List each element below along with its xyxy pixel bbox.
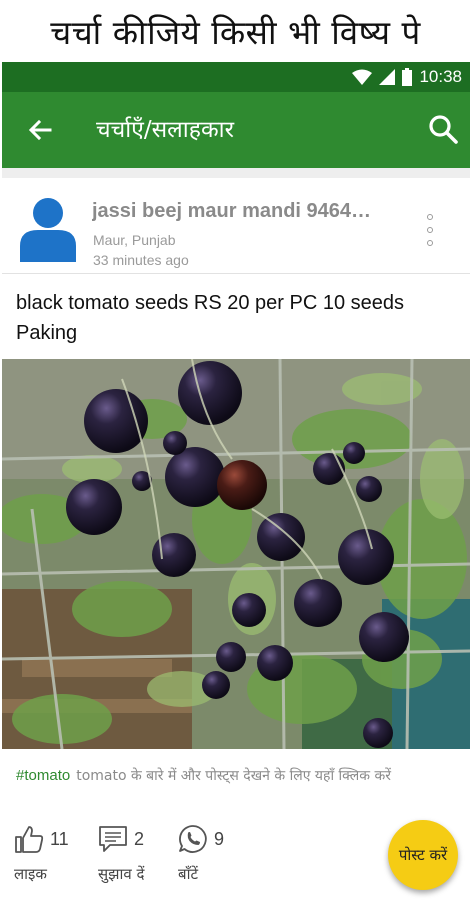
promo-banner: चर्चा कीजिये किसी भी विष्य पे bbox=[0, 0, 471, 62]
author-location: Maur, Punjab bbox=[93, 232, 176, 248]
signal-icon bbox=[379, 69, 396, 85]
share-count: 9 bbox=[214, 828, 225, 849]
hashtag-hint[interactable]: tomato के बारे में और पोस्ट्स देखने के ल… bbox=[76, 768, 391, 784]
thumbs-up-icon bbox=[15, 826, 44, 853]
status-bar: 10:38 bbox=[2, 62, 470, 92]
create-post-label: पोस्ट करें bbox=[398, 845, 448, 864]
hashtag-link[interactable]: #tomato bbox=[16, 767, 70, 784]
share-label: बाँटें bbox=[178, 865, 199, 883]
suggest-count: 2 bbox=[134, 828, 145, 849]
post-text: black tomato seeds RS 20 per PC 10 seeds… bbox=[16, 292, 404, 344]
post-header[interactable]: jassi beej maur mandi 9464… Maur, Punjab… bbox=[2, 178, 470, 274]
like-button[interactable]: 11 लाइक bbox=[14, 824, 69, 884]
app-bar: चर्चाएँ/सलाहकार bbox=[2, 92, 470, 168]
whatsapp-icon bbox=[179, 825, 207, 853]
promo-banner-text: चर्चा कीजिये किसी भी विष्य पे bbox=[50, 12, 421, 52]
search-icon[interactable] bbox=[426, 112, 460, 146]
author-name[interactable]: jassi beej maur mandi 9464… bbox=[92, 200, 412, 223]
more-options-icon[interactable] bbox=[422, 214, 438, 246]
like-count: 11 bbox=[50, 828, 69, 849]
page-title: चर्चाएँ/सलाहकार bbox=[96, 117, 234, 143]
avatar-icon[interactable] bbox=[20, 196, 76, 262]
hashtag-row[interactable]: #tomato tomato के बारे में और पोस्ट्स देख… bbox=[16, 765, 456, 787]
status-time: 10:38 bbox=[419, 67, 462, 86]
suggest-button[interactable]: 2 सुझाव दें bbox=[98, 824, 144, 884]
post-image[interactable] bbox=[2, 359, 470, 749]
wifi-icon bbox=[352, 69, 373, 85]
create-post-button[interactable]: पोस्ट करें bbox=[388, 820, 458, 890]
like-label: लाइक bbox=[14, 865, 47, 883]
share-button[interactable]: 9 बाँटें bbox=[178, 824, 224, 884]
battery-icon bbox=[402, 68, 413, 86]
back-arrow-icon[interactable] bbox=[24, 114, 56, 146]
comment-icon bbox=[99, 826, 127, 852]
suggest-label: सुझाव दें bbox=[98, 865, 145, 883]
post-card[interactable]: jassi beej maur mandi 9464… Maur, Punjab… bbox=[2, 168, 470, 900]
card-separator bbox=[2, 168, 470, 178]
post-timestamp: 33 minutes ago bbox=[93, 252, 189, 268]
